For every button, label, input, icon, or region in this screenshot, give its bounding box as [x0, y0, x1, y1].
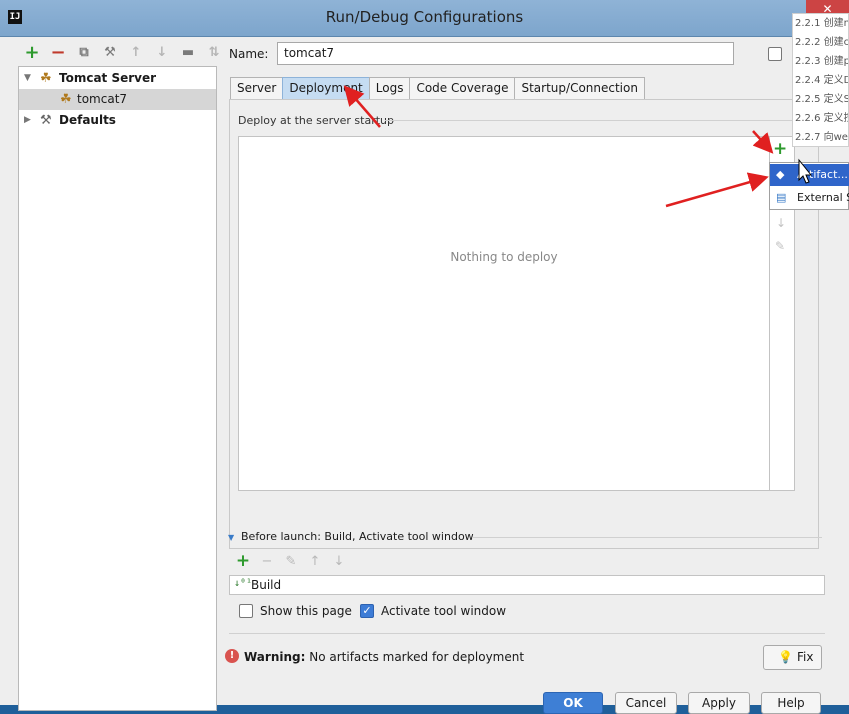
separator — [229, 633, 825, 634]
collapse-arrow-icon[interactable]: ▼ — [228, 533, 234, 542]
tree-item-label: Defaults — [59, 113, 116, 127]
tab-startup-connection[interactable]: Startup/Connection — [514, 77, 645, 99]
tab-logs[interactable]: Logs — [368, 77, 411, 99]
name-label: Name: — [229, 47, 269, 61]
toc-item[interactable]: 2.2.4 定义D — [793, 71, 848, 90]
toc-item[interactable]: 2.2.6 定义控 — [793, 109, 848, 128]
toc-item[interactable]: 2.2.3 创建p — [793, 52, 848, 71]
title-bar: IJ Run/Debug Configurations ✕ — [0, 0, 849, 37]
warning-title: Warning: — [244, 650, 306, 664]
sort-icon[interactable]: ⇅ — [204, 44, 224, 62]
menu-item-external-source[interactable]: ▤ External Source... — [770, 187, 849, 209]
tree-item-label: tomcat7 — [77, 92, 128, 106]
tree-item-defaults[interactable]: ▶ ⚒ Defaults — [19, 110, 216, 131]
warning-message: Warning: No artifacts marked for deploym… — [244, 650, 524, 664]
wrench-icon[interactable]: ⚒ — [100, 44, 120, 62]
menu-item-artifact[interactable]: ◆ Artifact... — [770, 164, 849, 186]
cancel-button[interactable]: Cancel — [615, 692, 677, 714]
help-button[interactable]: Help — [761, 692, 821, 714]
bulb-icon: 💡 — [778, 650, 793, 664]
activate-tool-window-checkbox[interactable]: ✓ — [360, 604, 374, 618]
add-icon[interactable]: + — [22, 44, 42, 62]
window-title: Run/Debug Configurations — [325, 8, 524, 26]
separator — [385, 120, 794, 121]
copy-icon[interactable]: ⧉ — [74, 44, 94, 62]
tab-code-coverage[interactable]: Code Coverage — [409, 77, 516, 99]
menu-item-label: Artifact... — [797, 168, 848, 181]
toc-item[interactable]: 2.2.2 创建c — [793, 33, 848, 52]
edit-icon[interactable]: ✎ — [282, 554, 300, 569]
config-toolbar: + − ⧉ ⚒ ↑ ↓ ▬ ⇅ — [22, 42, 224, 64]
move-down-icon[interactable]: ↓ — [776, 216, 786, 230]
add-artifact-icon[interactable]: + — [773, 139, 787, 159]
tree-item-tomcat7[interactable]: ☘ tomcat7 — [19, 89, 216, 110]
name-input[interactable]: tomcat7 — [277, 42, 734, 65]
toc-item[interactable]: 2.2.7 向wel — [793, 128, 848, 146]
collapse-arrow-icon[interactable]: ▶ — [24, 110, 31, 131]
remove-icon[interactable]: − — [258, 554, 276, 569]
show-this-page-label: Show this page — [260, 604, 352, 618]
deploy-section-label: Deploy at the server startup — [238, 114, 395, 127]
fix-label: Fix — [797, 650, 814, 664]
move-up-icon[interactable]: ↑ — [126, 44, 146, 62]
artifact-icon: ◆ — [776, 168, 785, 181]
move-up-icon[interactable]: ↑ — [306, 554, 324, 569]
tomcat-icon: ☘ — [40, 71, 52, 86]
move-down-icon[interactable]: ↓ — [152, 44, 172, 62]
separator — [472, 537, 822, 538]
tab-bar: Server Deployment Logs Code Coverage Sta… — [230, 77, 645, 99]
remove-icon[interactable]: − — [48, 44, 68, 62]
expand-arrow-icon[interactable]: ▼ — [24, 68, 31, 89]
tomcat-icon: ☘ — [60, 92, 72, 107]
wrench-icon: ⚒ — [40, 113, 52, 128]
tree-item-tomcat-server[interactable]: ▼ ☘ Tomcat Server — [19, 68, 216, 89]
build-icon: ↓⁰¹ — [234, 578, 253, 589]
before-launch-toolbar: + − ✎ ↑ ↓ — [234, 551, 348, 571]
dialog-body: + − ⧉ ⚒ ↑ ↓ ▬ ⇅ ▼ ☘ Tomcat Server ☘ tomc… — [0, 37, 849, 714]
toc-item[interactable]: 2.2.1 创建m — [793, 14, 848, 33]
show-this-page-checkbox[interactable] — [239, 604, 253, 618]
empty-state-text: Nothing to deploy — [450, 250, 558, 264]
before-launch-label: Before launch: Build, Activate tool wind… — [241, 530, 474, 543]
toc-overlay: 2.2.1 创建m 2.2.2 创建c 2.2.3 创建p 2.2.4 定义D … — [792, 13, 849, 147]
before-launch-task-list[interactable]: ↓⁰¹ Build — [229, 575, 825, 595]
fix-button[interactable]: 💡 Fix — [763, 645, 822, 670]
add-icon[interactable]: + — [234, 551, 252, 571]
config-tree: ▼ ☘ Tomcat Server ☘ tomcat7 ▶ ⚒ Defaults — [18, 66, 217, 711]
deployment-list[interactable]: Nothing to deploy — [238, 136, 770, 491]
move-down-icon[interactable]: ↓ — [330, 554, 348, 569]
ok-button[interactable]: OK — [543, 692, 603, 714]
single-instance-checkbox[interactable] — [768, 47, 782, 61]
tab-server[interactable]: Server — [230, 77, 284, 99]
add-deployment-menu: ◆ Artifact... ▤ External Source... — [769, 162, 849, 210]
toc-item[interactable]: 2.2.5 定义S — [793, 90, 848, 109]
external-source-icon: ▤ — [776, 191, 787, 204]
warning-text: No artifacts marked for deployment — [305, 650, 525, 664]
tree-item-label: Tomcat Server — [59, 71, 157, 85]
folder-icon[interactable]: ▬ — [178, 44, 198, 62]
menu-item-label: External Source... — [797, 191, 849, 204]
warning-icon: ! — [225, 649, 239, 663]
task-label: Build — [251, 578, 282, 592]
activate-tool-window-label: Activate tool window — [381, 604, 507, 618]
edit-icon[interactable]: ✎ — [775, 239, 785, 253]
apply-button[interactable]: Apply — [688, 692, 750, 714]
tab-deployment[interactable]: Deployment — [282, 77, 370, 99]
